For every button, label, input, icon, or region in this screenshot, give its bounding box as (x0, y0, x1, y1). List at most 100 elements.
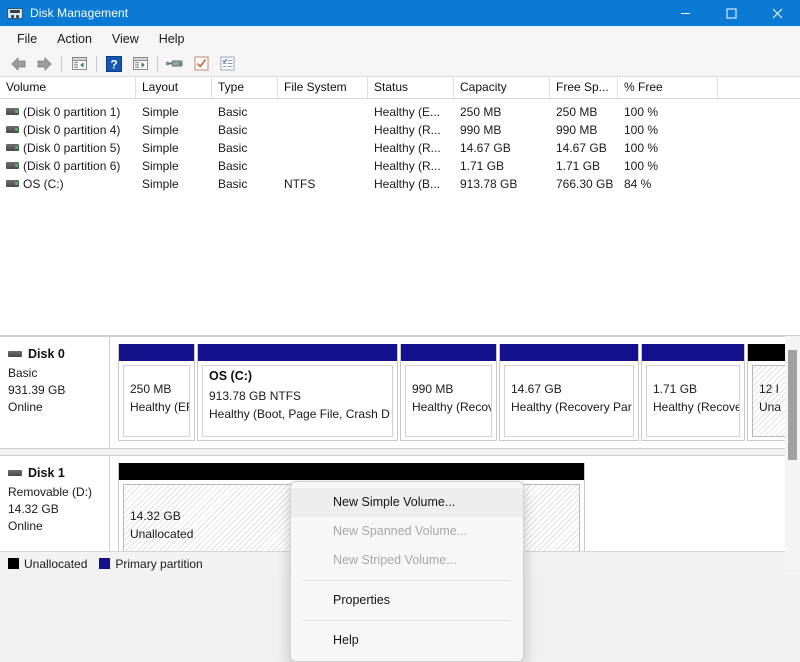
menu-view[interactable]: View (102, 29, 149, 49)
context-menu: New Simple Volume... New Spanned Volume.… (290, 481, 524, 662)
maximize-icon[interactable] (708, 0, 754, 26)
cell-layout: Simple (136, 175, 212, 193)
cell-volume: (Disk 0 partition 1) (0, 103, 136, 121)
legend-label-primary-partition: Primary partition (115, 557, 202, 571)
cell-volume: (Disk 0 partition 5) (0, 139, 136, 157)
column-header-volume[interactable]: Volume (0, 77, 136, 98)
forward-icon[interactable] (31, 53, 57, 75)
cell-percent-free: 100 % (618, 121, 718, 139)
disk0-info[interactable]: Disk 0 Basic 931.39 GB Online (0, 337, 110, 448)
partition-status: Healthy (Recovery Par (511, 398, 633, 416)
volume-icon (6, 144, 19, 151)
context-menu-item-properties[interactable]: Properties (291, 586, 523, 615)
partition-status: Healthy (Boot, Page File, Crash D (209, 405, 392, 423)
up-one-level-icon[interactable] (66, 53, 92, 75)
volume-icon (6, 126, 19, 133)
cell-volume-label: OS (C:) (23, 175, 64, 193)
disk-management-icon (7, 5, 23, 21)
cell-status: Healthy (E... (368, 103, 454, 121)
partition-status: Healthy (Recove (653, 398, 739, 416)
close-icon[interactable] (754, 0, 800, 26)
disk0-partition-bars: 250 MB Healthy (EF OS (C:) 913.78 GB NTF… (110, 337, 800, 448)
table-row[interactable]: (Disk 0 partition 6) Simple Basic Health… (0, 157, 800, 175)
cell-free-space: 766.30 GB (550, 175, 618, 193)
window-controls (662, 0, 800, 26)
cell-volume-label: (Disk 0 partition 6) (23, 157, 120, 175)
cell-type: Basic (212, 175, 278, 193)
toolbar-separator-3 (157, 56, 158, 72)
cell-file-system: NTFS (278, 175, 368, 193)
context-menu-item-help[interactable]: Help (291, 626, 523, 655)
cell-percent-free: 84 % (618, 175, 718, 193)
partition-size: 913.78 GB NTFS (209, 387, 392, 405)
cell-capacity: 1.71 GB (454, 157, 550, 175)
cell-capacity: 250 MB (454, 103, 550, 121)
table-row[interactable]: (Disk 0 partition 4) Simple Basic Health… (0, 121, 800, 139)
column-header-type[interactable]: Type (212, 77, 278, 98)
cell-free-space: 990 MB (550, 121, 618, 139)
disk0-size: 931.39 GB (8, 382, 109, 399)
cell-percent-free: 100 % (618, 139, 718, 157)
cell-capacity: 990 MB (454, 121, 550, 139)
partition-disk0-4[interactable]: 990 MB Healthy (Recov (400, 344, 497, 441)
volume-icon (6, 108, 19, 115)
partition-status: Healthy (Recov (412, 398, 491, 416)
column-header-capacity[interactable]: Capacity (454, 77, 550, 98)
disk-row-disk0[interactable]: Disk 0 Basic 931.39 GB Online 250 MB Hea… (0, 336, 800, 449)
table-row[interactable]: (Disk 0 partition 5) Simple Basic Health… (0, 139, 800, 157)
cell-volume-label: (Disk 0 partition 4) (23, 121, 120, 139)
partition-disk0-5[interactable]: 14.67 GB Healthy (Recovery Par (499, 344, 639, 441)
cell-percent-free: 100 % (618, 157, 718, 175)
window-titlebar: Disk Management (0, 0, 800, 26)
column-header-file-system[interactable]: File System (278, 77, 368, 98)
back-icon[interactable] (5, 53, 31, 75)
cell-layout: Simple (136, 139, 212, 157)
legend-item-unallocated: Unallocated (8, 557, 87, 571)
partition-disk0-1[interactable]: 250 MB Healthy (EF (118, 344, 195, 441)
cell-layout: Simple (136, 103, 212, 121)
column-header-layout[interactable]: Layout (136, 77, 212, 98)
properties-icon[interactable] (188, 53, 214, 75)
context-menu-item-new-spanned-volume: New Spanned Volume... (291, 517, 523, 546)
cell-status: Healthy (R... (368, 157, 454, 175)
disk-icon (8, 470, 22, 476)
graphical-pane-scrollbar[interactable] (785, 336, 800, 575)
menu-action[interactable]: Action (47, 29, 102, 49)
partition-capacity-bar (500, 344, 638, 361)
cell-type: Basic (212, 139, 278, 157)
menu-help[interactable]: Help (149, 29, 195, 49)
minimize-icon[interactable] (662, 0, 708, 26)
legend-swatch-unallocated (8, 558, 19, 569)
cell-volume: OS (C:) (0, 175, 136, 193)
table-row[interactable]: OS (C:) Simple Basic NTFS Healthy (B... … (0, 175, 800, 193)
show-hide-console-tree-icon[interactable] (127, 53, 153, 75)
column-header-free-space[interactable]: Free Sp... (550, 77, 618, 98)
help-icon[interactable]: ? (101, 53, 127, 75)
rescan-disks-icon[interactable] (162, 53, 188, 75)
partition-capacity-bar (642, 344, 744, 361)
action-list-icon[interactable] (214, 53, 240, 75)
cell-status: Healthy (R... (368, 139, 454, 157)
context-menu-item-new-simple-volume[interactable]: New Simple Volume... (291, 488, 523, 517)
partition-capacity-bar (401, 344, 496, 361)
table-row[interactable]: (Disk 0 partition 1) Simple Basic Health… (0, 103, 800, 121)
partition-capacity-bar (119, 463, 584, 480)
column-header-percent-free[interactable]: % Free (618, 77, 718, 98)
legend-item-primary-partition: Primary partition (99, 557, 202, 571)
column-header-status[interactable]: Status (368, 77, 454, 98)
volume-icon (6, 162, 19, 169)
legend-swatch-primary-partition (99, 558, 110, 569)
scrollbar-thumb[interactable] (788, 350, 797, 460)
partition-size: 12 I (759, 380, 787, 398)
menu-file[interactable]: File (7, 29, 47, 49)
cell-percent-free: 100 % (618, 103, 718, 121)
cell-layout: Simple (136, 121, 212, 139)
cell-status: Healthy (B... (368, 175, 454, 193)
cell-free-space: 14.67 GB (550, 139, 618, 157)
partition-disk0-6[interactable]: 1.71 GB Healthy (Recove (641, 344, 745, 441)
window-title: Disk Management (30, 6, 128, 20)
column-header-blank[interactable] (718, 77, 800, 98)
context-menu-separator-1 (303, 580, 511, 581)
partition-disk0-os-c[interactable]: OS (C:) 913.78 GB NTFS Healthy (Boot, Pa… (197, 344, 398, 441)
cell-capacity: 913.78 GB (454, 175, 550, 193)
